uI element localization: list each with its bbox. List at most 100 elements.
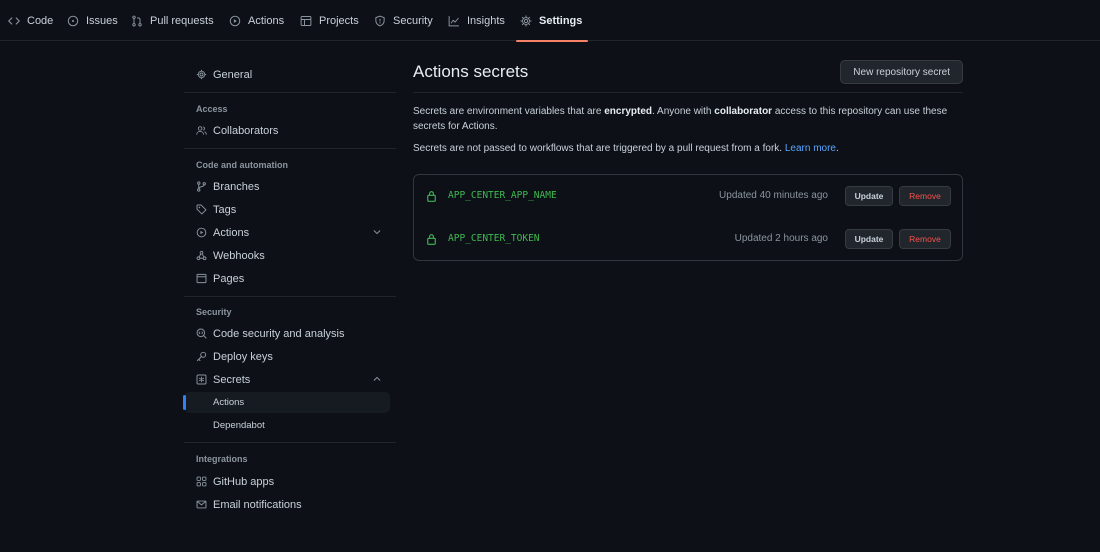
sidebar-divider <box>184 148 396 149</box>
git-branch-icon <box>196 181 207 192</box>
update-secret-button[interactable]: Update <box>845 229 893 249</box>
tag-icon <box>196 204 207 215</box>
play-icon <box>196 227 207 238</box>
sidebar-item-code-security[interactable]: Code security and analysis <box>184 323 390 344</box>
tab-projects[interactable]: Projects <box>300 0 359 41</box>
sidebar-item-label: Dependabot <box>213 420 265 431</box>
tab-settings[interactable]: Settings <box>515 0 589 42</box>
sidebar-item-label: Actions <box>213 226 250 239</box>
new-repository-secret-button[interactable]: New repository secret <box>840 60 963 84</box>
tab-label: Pull requests <box>150 14 214 27</box>
sidebar-subitem-secrets-dependabot[interactable]: Dependabot <box>184 415 390 436</box>
sidebar-item-label: General <box>213 68 253 81</box>
page-title: Actions secrets <box>413 62 529 81</box>
tab-label: Insights <box>467 14 505 27</box>
sidebar-item-label: Collaborators <box>213 124 279 137</box>
tab-label: Issues <box>86 14 118 27</box>
desc-bold: collaborator <box>714 106 773 117</box>
play-icon <box>229 15 241 27</box>
issue-opened-icon <box>67 15 79 27</box>
sidebar-item-secrets[interactable]: Secrets <box>184 369 390 390</box>
learn-more-link[interactable]: Learn more <box>785 143 836 154</box>
sidebar-item-label: Pages <box>213 272 245 285</box>
code-icon <box>8 15 20 27</box>
sidebar-divider <box>184 296 396 297</box>
chevron-down-icon[interactable] <box>372 227 382 237</box>
shield-icon <box>374 15 386 27</box>
desc-text: Secrets are environment variables that a… <box>413 106 605 117</box>
graph-icon <box>448 15 460 27</box>
gear-icon <box>520 14 532 27</box>
title-divider <box>413 92 963 93</box>
lock-icon <box>426 190 437 202</box>
sidebar-item-label: GitHub apps <box>213 475 275 488</box>
lock-icon <box>426 233 437 245</box>
sidebar-item-webhooks[interactable]: Webhooks <box>184 245 390 266</box>
sidebar-item-label: Deploy keys <box>213 350 273 363</box>
sidebar-item-branches[interactable]: Branches <box>184 176 390 197</box>
update-secret-button[interactable]: Update <box>845 186 893 206</box>
sidebar-heading-security: Security <box>196 307 232 317</box>
secret-row: APP_CENTER_TOKEN Updated 2 hours ago Upd… <box>414 218 962 261</box>
remove-secret-button[interactable]: Remove <box>899 186 951 206</box>
tab-label: Code <box>27 14 54 27</box>
tab-label: Settings <box>539 14 583 27</box>
desc-bold: encrypted <box>604 106 653 117</box>
gear-icon <box>196 69 207 80</box>
table-icon <box>300 15 312 27</box>
description-fork: Secrets are not passed to workflows that… <box>413 141 958 156</box>
remove-secret-button[interactable]: Remove <box>899 229 951 249</box>
sidebar-heading-access: Access <box>196 104 228 114</box>
sidebar-item-label: Webhooks <box>213 249 265 262</box>
apps-icon <box>196 476 207 487</box>
sidebar-divider <box>184 442 396 443</box>
tab-label: Actions <box>248 14 285 27</box>
sidebar-heading-code-automation: Code and automation <box>196 160 288 170</box>
tab-security[interactable]: Security <box>374 0 433 41</box>
codescan-icon <box>196 328 207 339</box>
description-encrypted: Secrets are environment variables that a… <box>413 104 958 134</box>
sidebar-item-label: Branches <box>213 180 260 193</box>
repo-nav: Code Issues Pull requests Actions Projec… <box>0 0 1100 42</box>
secret-name: APP_CENTER_TOKEN <box>448 233 540 244</box>
secret-updated-time: Updated 2 hours ago <box>734 233 828 244</box>
sidebar-item-label: Email notifications <box>213 498 302 511</box>
sidebar-subitem-secrets-actions[interactable]: Actions <box>183 392 390 413</box>
sidebar-item-github-apps[interactable]: GitHub apps <box>184 471 390 492</box>
chevron-up-icon[interactable] <box>372 374 382 384</box>
webhook-icon <box>196 250 207 261</box>
tab-actions[interactable]: Actions <box>229 0 284 41</box>
tab-insights[interactable]: Insights <box>448 0 505 41</box>
sidebar-item-general[interactable]: General <box>184 64 390 85</box>
sidebar-item-tags[interactable]: Tags <box>184 199 390 220</box>
sidebar-item-label: Actions <box>213 397 245 408</box>
mail-icon <box>196 499 207 510</box>
tab-code[interactable]: Code <box>8 0 53 41</box>
tab-pull-requests[interactable]: Pull requests <box>131 0 214 41</box>
tab-label: Security <box>393 14 433 27</box>
browser-icon <box>196 273 207 284</box>
secret-updated-time: Updated 40 minutes ago <box>719 190 828 201</box>
secret-name: APP_CENTER_APP_NAME <box>448 190 557 201</box>
secret-row: APP_CENTER_APP_NAME Updated 40 minutes a… <box>414 175 962 218</box>
sidebar-item-deploy-keys[interactable]: Deploy keys <box>184 346 390 367</box>
tab-label: Projects <box>319 14 359 27</box>
tab-issues[interactable]: Issues <box>67 0 118 41</box>
key-icon <box>196 351 207 362</box>
people-icon <box>196 125 207 136</box>
sidebar-item-actions[interactable]: Actions <box>184 222 390 243</box>
asterisk-box-icon <box>196 374 207 385</box>
sidebar-item-collaborators[interactable]: Collaborators <box>184 120 390 141</box>
sidebar-divider <box>184 92 396 93</box>
sidebar-item-pages[interactable]: Pages <box>184 268 390 289</box>
desc-text: . <box>836 143 839 154</box>
sidebar-item-email-notifications[interactable]: Email notifications <box>184 494 390 515</box>
sidebar-item-label: Tags <box>213 203 237 216</box>
sidebar-item-label: Code security and analysis <box>213 327 345 340</box>
sidebar-heading-integrations: Integrations <box>196 454 248 464</box>
desc-text: Secrets are not passed to workflows that… <box>413 143 785 154</box>
desc-text: . Anyone with <box>652 106 715 117</box>
sidebar-item-label: Secrets <box>213 373 251 386</box>
secrets-list: APP_CENTER_APP_NAME Updated 40 minutes a… <box>413 174 963 261</box>
git-pull-request-icon <box>131 15 143 27</box>
